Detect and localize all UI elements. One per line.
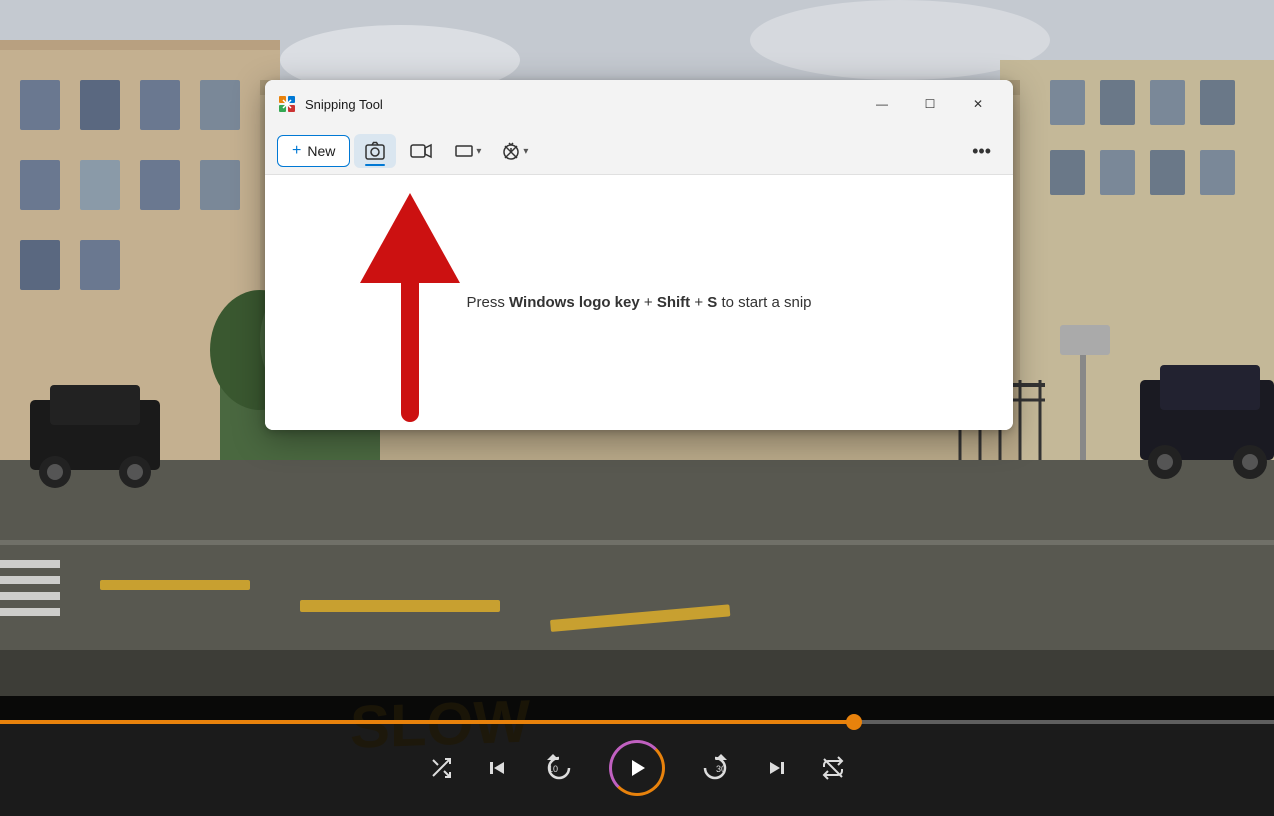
title-bar: Snipping Tool — ☐ ✕	[265, 80, 1013, 128]
new-label: New	[307, 143, 335, 159]
progress-bar[interactable]	[0, 720, 1274, 724]
video-icon	[410, 140, 432, 162]
repeat-button[interactable]	[821, 756, 845, 780]
close-button[interactable]: ✕	[955, 88, 1001, 120]
maximize-button[interactable]: ☐	[907, 88, 953, 120]
screenshot-button[interactable]	[354, 134, 396, 168]
hint-text: Press Windows logo key + Shift + S to st…	[466, 294, 811, 311]
timer-icon	[501, 141, 521, 161]
more-icon: •••	[972, 141, 991, 161]
svg-text:30: 30	[716, 764, 726, 774]
timer-button[interactable]: ▾	[493, 135, 536, 167]
next-button[interactable]	[765, 756, 789, 780]
shape-dropdown-icon: ▾	[476, 146, 481, 157]
shape-button[interactable]: ▾	[446, 135, 489, 167]
prev-button[interactable]	[485, 756, 509, 780]
minimize-button[interactable]: —	[859, 88, 905, 120]
player-controls: 10 30	[0, 724, 1274, 816]
window-content: Press Windows logo key + Shift + S to st…	[265, 175, 1013, 430]
shape-icon	[454, 141, 474, 161]
svg-text:10: 10	[548, 764, 558, 774]
progress-thumb	[846, 714, 862, 730]
camera-icon	[364, 140, 386, 162]
window-title: Snipping Tool	[305, 97, 383, 112]
window-controls: — ☐ ✕	[859, 88, 1001, 120]
forward-button[interactable]: 30	[697, 750, 733, 786]
new-button[interactable]: + New	[277, 135, 350, 167]
timer-dropdown-icon: ▾	[523, 146, 528, 157]
play-button[interactable]	[609, 740, 665, 796]
more-options-button[interactable]: •••	[962, 135, 1001, 168]
title-left: Snipping Tool	[277, 94, 383, 114]
progress-fill	[0, 720, 854, 724]
video-button[interactable]	[400, 134, 442, 168]
snipping-tool-window: Snipping Tool — ☐ ✕ + New	[265, 80, 1013, 430]
toolbar: + New ▾	[265, 128, 1013, 175]
active-indicator	[365, 164, 385, 166]
shuffle-button[interactable]	[429, 756, 453, 780]
media-player-bar: 10 30	[0, 696, 1274, 816]
plus-icon: +	[292, 142, 301, 160]
app-icon	[277, 94, 297, 114]
rewind-button[interactable]: 10	[541, 750, 577, 786]
